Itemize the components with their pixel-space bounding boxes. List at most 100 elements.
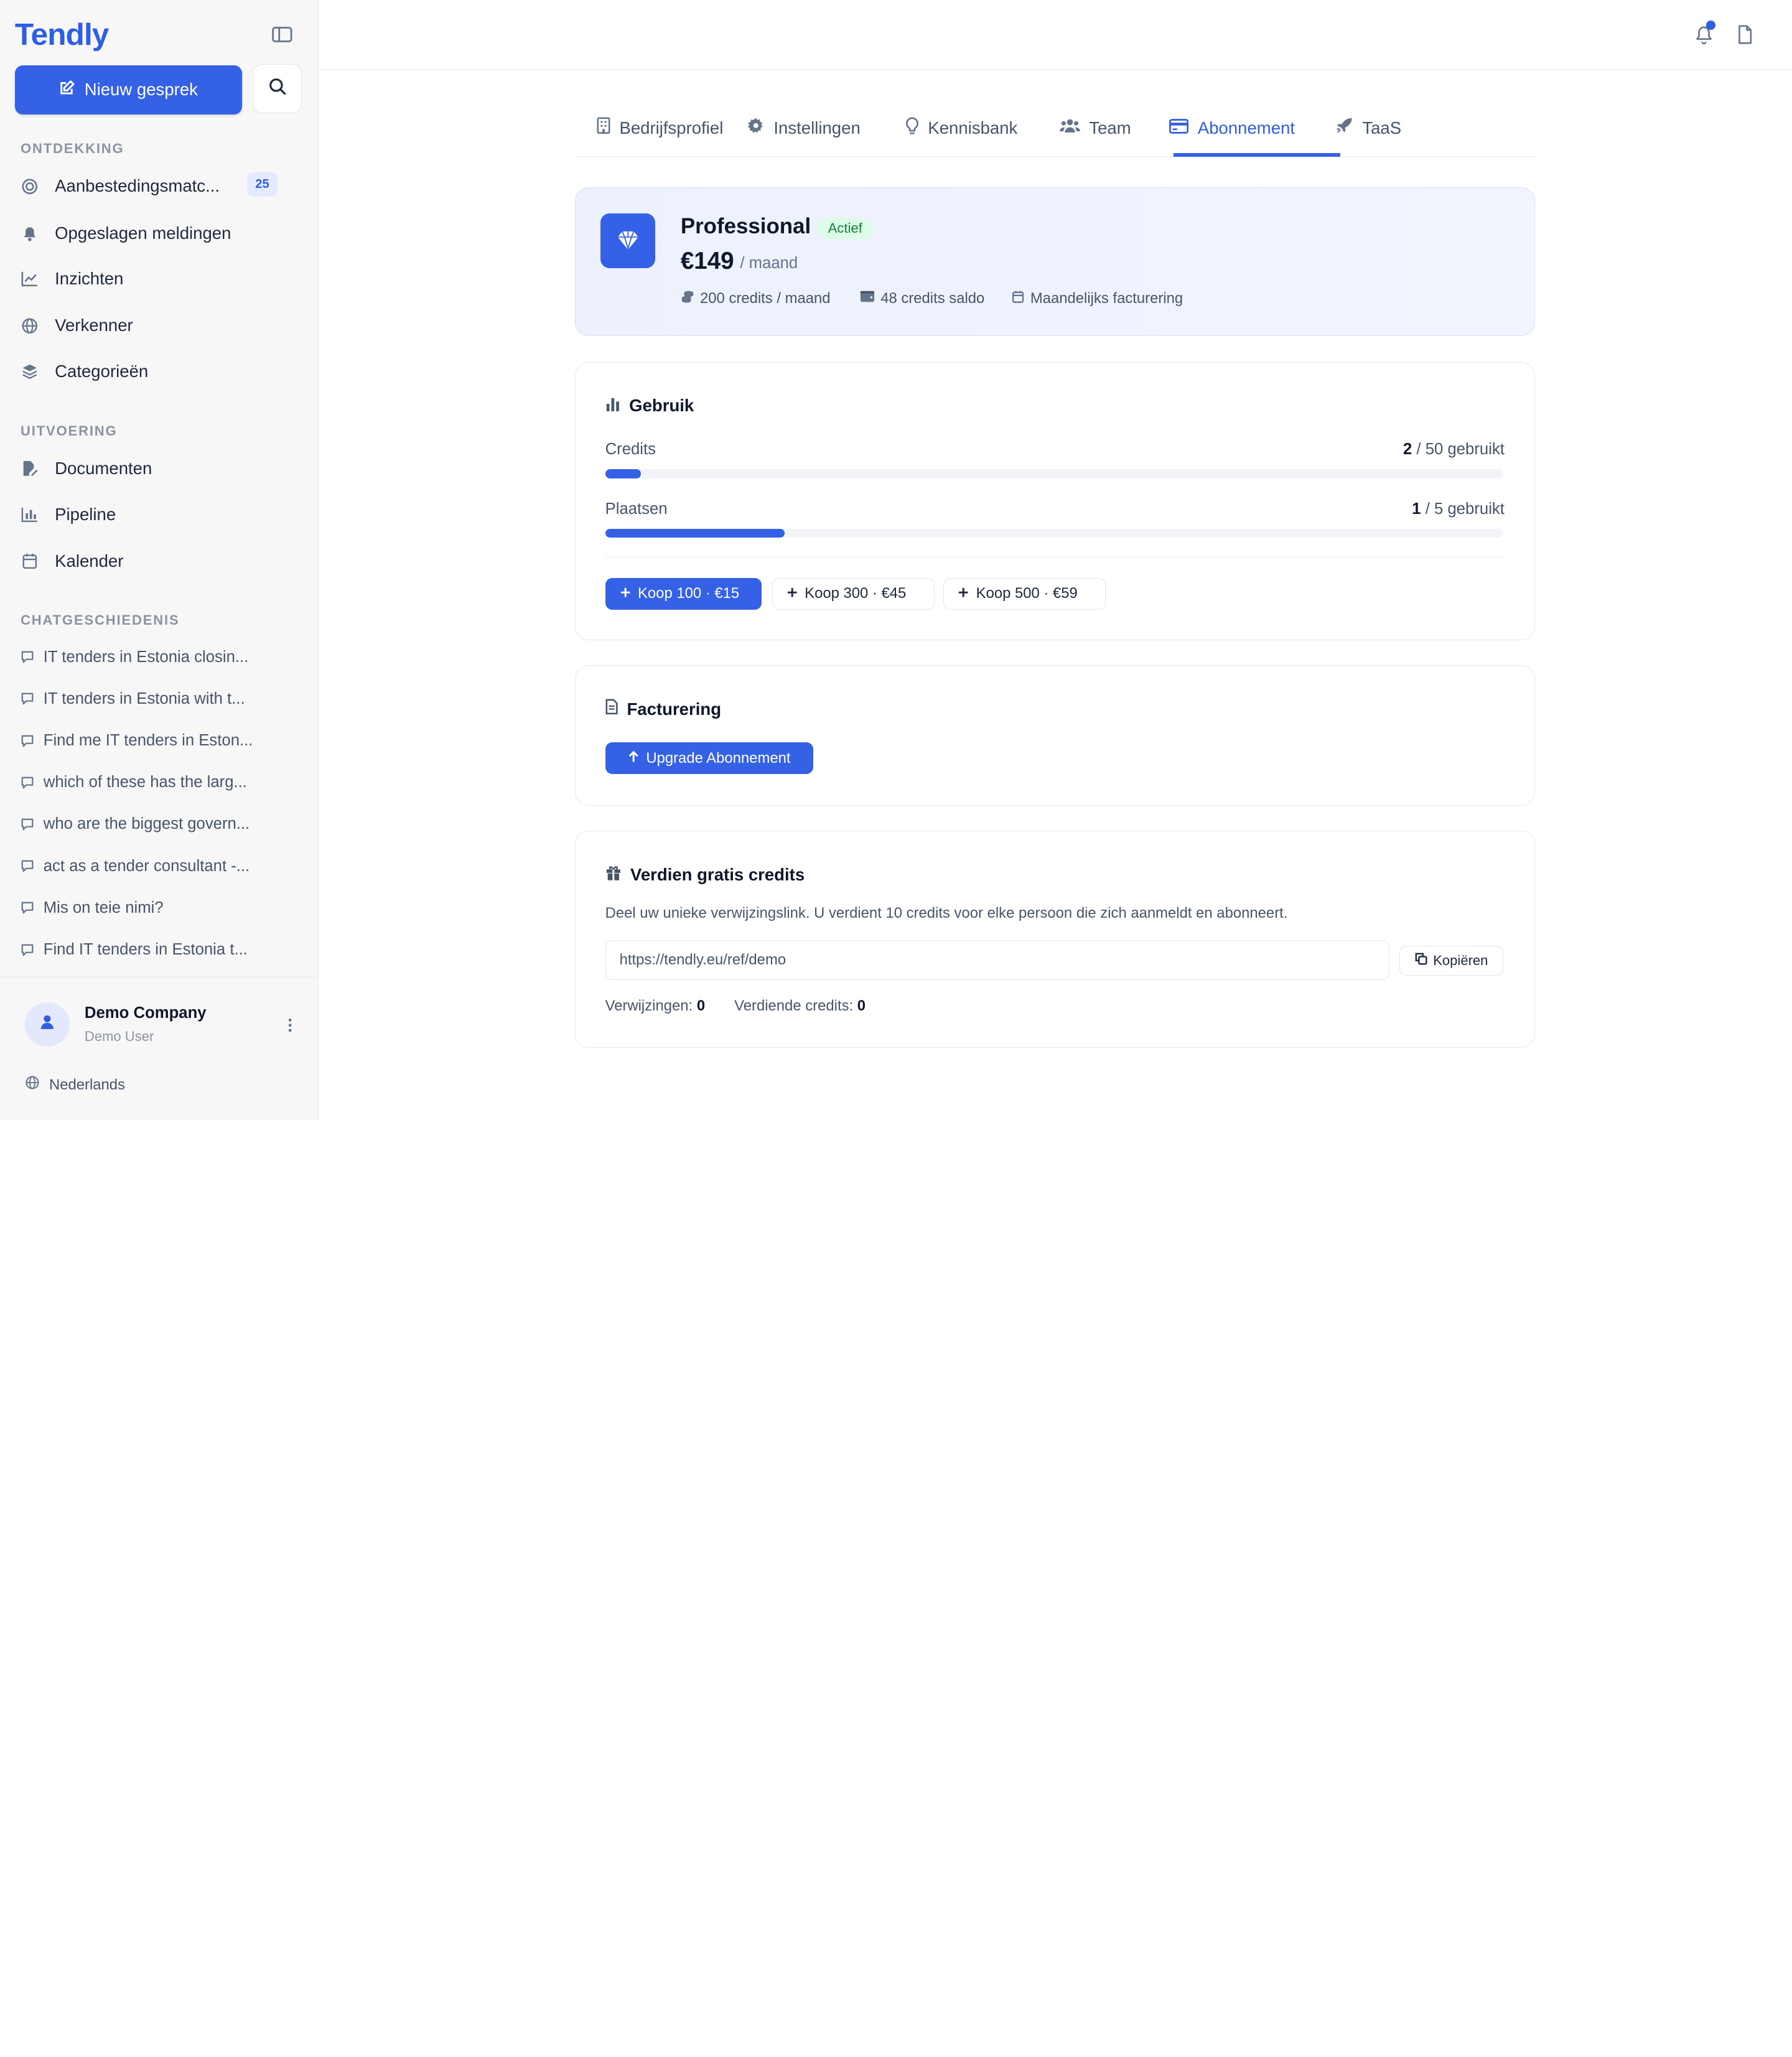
chat-history-item[interactable]: IT tenders in Estonia closin... [21, 646, 295, 669]
sidebar-item-label: Verkenner [55, 315, 133, 335]
chat-history-label: which of these has the larg... [43, 773, 247, 791]
user-name: Demo User [84, 1028, 154, 1045]
seats-used: 1 [1412, 500, 1421, 518]
sidebar-item-pipeline[interactable]: Pipeline [21, 500, 295, 528]
new-chat-button[interactable]: Nieuw gesprek [14, 65, 243, 114]
buy-button-label: Koop 300 · €45 [805, 585, 907, 602]
copy-link-button[interactable]: Kopiëren [1399, 945, 1504, 976]
buy-credits-300-button[interactable]: Koop 300 · €45 [772, 577, 935, 610]
app-logo[interactable]: Tendly [15, 16, 110, 52]
document-icon[interactable] [1736, 24, 1754, 45]
users-icon [1059, 118, 1080, 138]
tab-label: Bedrijfsprofiel [619, 118, 724, 138]
sidebar-item-documents[interactable]: Documenten [21, 455, 295, 482]
message-icon [21, 734, 34, 748]
upgrade-subscription-button[interactable]: Upgrade Abonnement [605, 742, 813, 775]
earned-label: Verdiende credits: [734, 997, 854, 1014]
active-tab-indicator [1174, 153, 1341, 157]
sidebar-item-label: Pipeline [55, 504, 116, 524]
chat-history-label: IT tenders in Estonia closin... [43, 648, 249, 666]
upgrade-button-label: Upgrade Abonnement [646, 749, 791, 767]
seats-total: / 5 gebruikt [1425, 500, 1505, 518]
company-name: Demo Company [84, 1004, 207, 1022]
diamond-icon [600, 213, 656, 268]
referral-card: Verdien gratis credits Deel uw unieke ve… [574, 831, 1535, 1048]
main-content: Bedrijfsprofiel Instellingen Kennisbank … [319, 0, 1792, 1120]
usage-card: Gebruik Credits 2 / 50 gebruikt Plaatsen… [574, 362, 1535, 640]
globe-icon [21, 317, 39, 335]
search-icon [268, 77, 286, 100]
sidebar-item-label: Kalender [55, 551, 124, 571]
referrals-label: Verwijzingen: [605, 997, 693, 1014]
chat-history-item[interactable]: IT tenders in Estonia with t... [21, 688, 295, 711]
chat-history-item[interactable]: act as a tender consultant -... [21, 855, 295, 878]
buy-credits-500-button[interactable]: Koop 500 · €59 [943, 577, 1106, 610]
search-button[interactable] [252, 63, 302, 113]
plus-icon [786, 585, 798, 602]
more-options-icon[interactable] [284, 1016, 296, 1034]
seats-progress-bar [605, 528, 1504, 538]
message-icon [21, 692, 34, 706]
language-selector[interactable]: Nederlands [25, 1075, 125, 1094]
earned-value: 0 [857, 997, 866, 1014]
message-icon [21, 776, 34, 790]
referral-title: Verdien gratis credits [605, 865, 805, 885]
gift-icon [605, 865, 622, 885]
message-icon [21, 901, 34, 915]
chat-history-item[interactable]: Mis on teie nimi? [21, 897, 295, 920]
card-title-text: Verdien gratis credits [630, 864, 805, 884]
tab-company-profile[interactable]: Bedrijfsprofiel [597, 101, 724, 156]
new-chat-label: Nieuw gesprek [84, 80, 198, 100]
tab-knowledge-base[interactable]: Kennisbank [905, 101, 1017, 156]
referral-link-input[interactable] [605, 940, 1389, 981]
tab-subscription[interactable]: Abonnement [1169, 101, 1295, 156]
lightbulb-icon [905, 117, 919, 139]
plan-credits-per-month: 200 credits / maand [681, 290, 831, 308]
user-icon [39, 1014, 55, 1035]
chat-history-item[interactable]: who are the biggest govern... [21, 813, 295, 836]
billing-title: Facturering [605, 699, 721, 719]
sidebar-item-saved-alerts[interactable]: Opgeslagen meldingen [21, 220, 295, 247]
sidebar-item-categories[interactable]: Categorieën [21, 358, 295, 385]
sidebar-item-label: Inzichten [55, 269, 124, 289]
layers-icon [21, 362, 39, 380]
chat-history-item[interactable]: Find IT tenders in Estonia t... [21, 938, 295, 961]
current-plan-card: Professional Actief €149 / maand 200 cre… [574, 187, 1535, 336]
credits-usage-label: Credits [605, 441, 656, 459]
sidebar-item-calendar[interactable]: Kalender [21, 548, 295, 575]
chat-history-label: who are the biggest govern... [43, 815, 250, 833]
avatar[interactable] [25, 1002, 70, 1047]
referral-description: Deel uw unieke verwijzingslink. U verdie… [605, 904, 1288, 921]
buy-credits-100-button[interactable]: Koop 100 · €15 [605, 577, 762, 610]
sidebar-item-insights[interactable]: Inzichten [21, 265, 295, 292]
plus-icon [958, 585, 969, 602]
tab-label: Instellingen [773, 118, 861, 138]
buy-button-label: Koop 100 · €15 [638, 585, 740, 602]
tab-label: Team [1089, 118, 1131, 138]
credits-used: 2 [1402, 441, 1412, 459]
wallet-icon [860, 290, 875, 307]
plus-icon [620, 585, 631, 602]
sidebar-item-label: Categorieën [55, 361, 149, 381]
chat-history-item[interactable]: Find me IT tenders in Eston... [21, 729, 295, 752]
tab-label: TaaS [1362, 118, 1402, 138]
bar-chart-icon [21, 505, 39, 523]
section-label-execution: UITVOERING [21, 422, 118, 439]
invoice-icon [605, 699, 618, 719]
tab-settings[interactable]: Instellingen [747, 101, 861, 156]
sidebar-toggle-icon[interactable] [271, 24, 294, 45]
copy-icon [1415, 953, 1427, 969]
tab-taas[interactable]: TaaS [1336, 101, 1401, 156]
message-icon [21, 943, 34, 957]
chat-history-item[interactable]: which of these has the larg... [21, 771, 295, 794]
card-title-text: Gebruik [629, 396, 694, 416]
sidebar-item-explorer[interactable]: Verkenner [21, 312, 295, 339]
edit-icon [59, 80, 75, 100]
tab-label: Abonnement [1197, 118, 1295, 138]
sidebar-item-tender-matches[interactable]: Aanbestedingsmatc... 25 [21, 172, 295, 200]
tab-team[interactable]: Team [1059, 101, 1131, 156]
file-edit-icon [21, 459, 39, 477]
plan-name: Professional [680, 214, 811, 239]
bell-icon [21, 224, 39, 242]
calendar-icon [1012, 290, 1024, 308]
